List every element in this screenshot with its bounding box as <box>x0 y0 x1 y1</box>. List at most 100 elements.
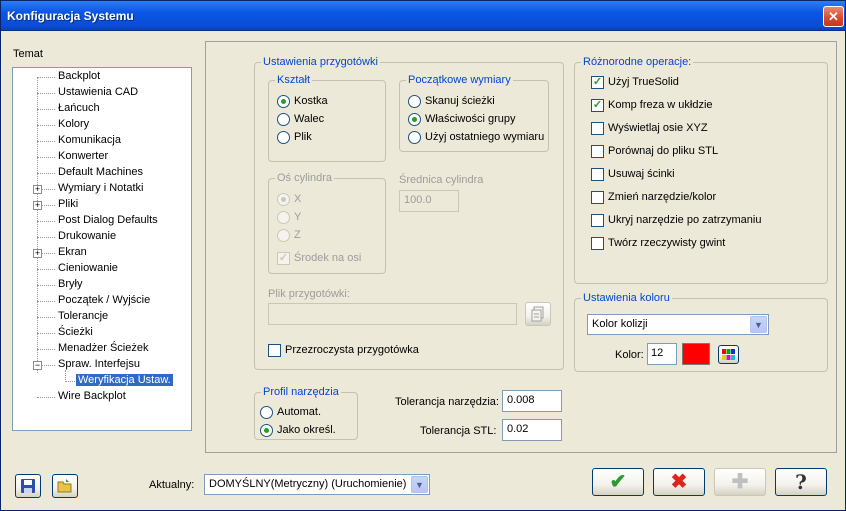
current-config-select[interactable]: DOMYŚLNY(Metryczny) (Uruchomienie) ▼ <box>204 474 430 495</box>
shape-radio-box[interactable] <box>277 95 290 108</box>
diameter-input[interactable]: 100.0 <box>399 190 459 212</box>
axis-radio-x[interactable] <box>277 193 290 206</box>
sidebar-item[interactable]: Pliki <box>58 197 78 212</box>
profile-option-auto[interactable]: Automat. <box>260 405 321 419</box>
misc-option[interactable]: ✓ Użyj TrueSolid <box>591 75 679 89</box>
tree-connector <box>37 349 55 350</box>
axis-option-z[interactable]: Z <box>277 228 301 242</box>
chevron-down-icon[interactable]: ▼ <box>750 316 767 333</box>
sidebar-item[interactable]: Kolory <box>58 117 89 132</box>
profile-radio-specified[interactable] <box>260 424 273 437</box>
stock-file-input[interactable] <box>268 303 517 325</box>
color-swatch[interactable] <box>682 343 710 365</box>
axis-option-y[interactable]: Y <box>277 210 301 224</box>
shape-option-cylinder[interactable]: Walec <box>277 112 324 126</box>
sidebar-item[interactable]: Weryfikacja Ustaw. <box>76 373 173 388</box>
center-on-axis-option[interactable]: ✓ Środek na osi <box>277 251 361 265</box>
collapse-icon[interactable]: − <box>33 361 42 370</box>
sidebar-item[interactable]: Ustawienia CAD <box>58 85 138 100</box>
stock-settings-title: Ustawienia przygotówki <box>261 56 380 68</box>
center-on-axis-checkbox[interactable]: ✓ <box>277 252 290 265</box>
misc-checkbox[interactable] <box>591 122 604 135</box>
sidebar-item[interactable]: Początek / Wyjście <box>58 293 150 308</box>
sidebar-item[interactable]: Bryły <box>58 277 82 292</box>
sidebar-item[interactable]: Wymiary i Notatki <box>58 181 143 196</box>
expand-icon[interactable]: + <box>33 249 42 258</box>
shape-option-file[interactable]: Plik <box>277 130 312 144</box>
transparent-stock-option[interactable]: Przezroczysta przygotówka <box>268 343 419 357</box>
shape-option-box[interactable]: Kostka <box>277 94 328 108</box>
shape-radio-cylinder[interactable] <box>277 113 290 126</box>
misc-option[interactable]: Wyświetlaj osie XYZ <box>591 121 708 135</box>
sidebar-item[interactable]: Ścieżki <box>58 325 93 340</box>
sidebar-item[interactable]: Backplot <box>58 69 100 84</box>
topic-tree[interactable]: Backplot Ustawienia CAD Łańcuch Kolory Komun… <box>12 67 192 431</box>
axis-radio-y[interactable] <box>277 211 290 224</box>
misc-checkbox[interactable] <box>591 237 604 250</box>
initial-option-last[interactable]: Użyj ostatniego wymiaru <box>408 130 544 144</box>
settings-panel: Ustawienia przygotówki Kształt Kostka Wa… <box>205 41 837 453</box>
stl-tolerance-input[interactable]: 0.02 <box>502 419 562 441</box>
axis-option-x[interactable]: X <box>277 192 301 206</box>
misc-option[interactable]: Usuwaj ścinki <box>591 167 675 181</box>
open-config-button[interactable] <box>52 474 78 498</box>
chevron-down-icon[interactable]: ▼ <box>411 476 428 493</box>
misc-checkbox[interactable]: ✓ <box>591 99 604 112</box>
sidebar-item[interactable]: Tolerancje <box>58 309 108 324</box>
sidebar-item[interactable]: Konwerter <box>58 149 108 164</box>
sidebar-item[interactable]: Drukowanie <box>58 229 116 244</box>
profile-radio-auto[interactable] <box>260 406 273 419</box>
sidebar-item[interactable]: Menadżer Ścieżek <box>58 341 149 356</box>
initial-option-group[interactable]: Właściwości grupy <box>408 112 515 126</box>
sidebar-item[interactable]: Ekran <box>58 245 87 260</box>
axis-radio-z[interactable] <box>277 229 290 242</box>
expand-icon[interactable]: + <box>33 185 42 194</box>
profile-option-specified[interactable]: Jako określ. <box>260 423 336 437</box>
initial-option-scan[interactable]: Skanuj ścieżki <box>408 94 495 108</box>
sidebar-item-label: Cieniowanie <box>58 262 118 274</box>
sidebar-item[interactable]: Komunikacja <box>58 133 121 148</box>
tree-connector <box>37 125 55 126</box>
ok-button[interactable]: ✔ <box>592 468 644 496</box>
sidebar-item[interactable]: Cieniowanie <box>58 261 118 276</box>
misc-option[interactable]: Twórz rzeczywisty gwint <box>591 236 725 250</box>
sidebar-item[interactable]: Wire Backplot <box>58 389 126 404</box>
initial-radio-scan[interactable] <box>408 95 421 108</box>
misc-checkbox[interactable] <box>591 145 604 158</box>
initial-radio-group[interactable] <box>408 113 421 126</box>
sidebar-item[interactable]: Default Machines <box>58 165 143 180</box>
transparent-stock-checkbox[interactable] <box>268 344 281 357</box>
save-config-button[interactable] <box>15 474 41 498</box>
sidebar-item-label: Post Dialog Defaults <box>58 214 158 226</box>
tree-connector <box>37 285 55 286</box>
misc-checkbox[interactable] <box>591 214 604 227</box>
cancel-button[interactable]: ✖ <box>653 468 705 496</box>
shape-radio-file[interactable] <box>277 131 290 144</box>
color-type-select[interactable]: Kolor kolizji ▼ <box>587 314 769 335</box>
shape-title: Kształt <box>275 74 313 86</box>
sidebar-item[interactable]: Post Dialog Defaults <box>58 213 158 228</box>
close-button[interactable]: ✕ <box>823 6 844 27</box>
help-button[interactable]: ? <box>775 468 827 496</box>
initial-radio-last[interactable] <box>408 131 421 144</box>
tool-tolerance-input[interactable]: 0.008 <box>502 390 562 412</box>
misc-checkbox[interactable] <box>591 191 604 204</box>
misc-option[interactable]: Porównaj do pliku STL <box>591 144 718 158</box>
misc-option[interactable]: Ukryj narzędzie po zatrzymaniu <box>591 213 761 227</box>
tree-connector <box>37 221 55 222</box>
sidebar-item-label: Komunikacja <box>58 134 121 146</box>
add-button[interactable]: ✚ <box>714 468 766 496</box>
misc-checkbox[interactable]: ✓ <box>591 76 604 89</box>
browse-file-button[interactable] <box>525 302 551 326</box>
color-picker-button[interactable] <box>718 345 739 364</box>
sidebar-item[interactable]: Łańcuch <box>58 101 100 116</box>
title-bar[interactable]: Konfiguracja Systemu ✕ <box>1 1 845 31</box>
tree-connector <box>37 173 55 174</box>
expand-icon[interactable]: + <box>33 201 42 210</box>
misc-checkbox[interactable] <box>591 168 604 181</box>
color-number-input[interactable]: 12 <box>647 343 677 365</box>
misc-option[interactable]: Zmień narzędzie/kolor <box>591 190 716 204</box>
tree-connector <box>37 301 55 302</box>
misc-option[interactable]: ✓ Komp freza w ukłdzie <box>591 98 713 112</box>
sidebar-item[interactable]: Spraw. Interfejsu <box>58 357 140 372</box>
